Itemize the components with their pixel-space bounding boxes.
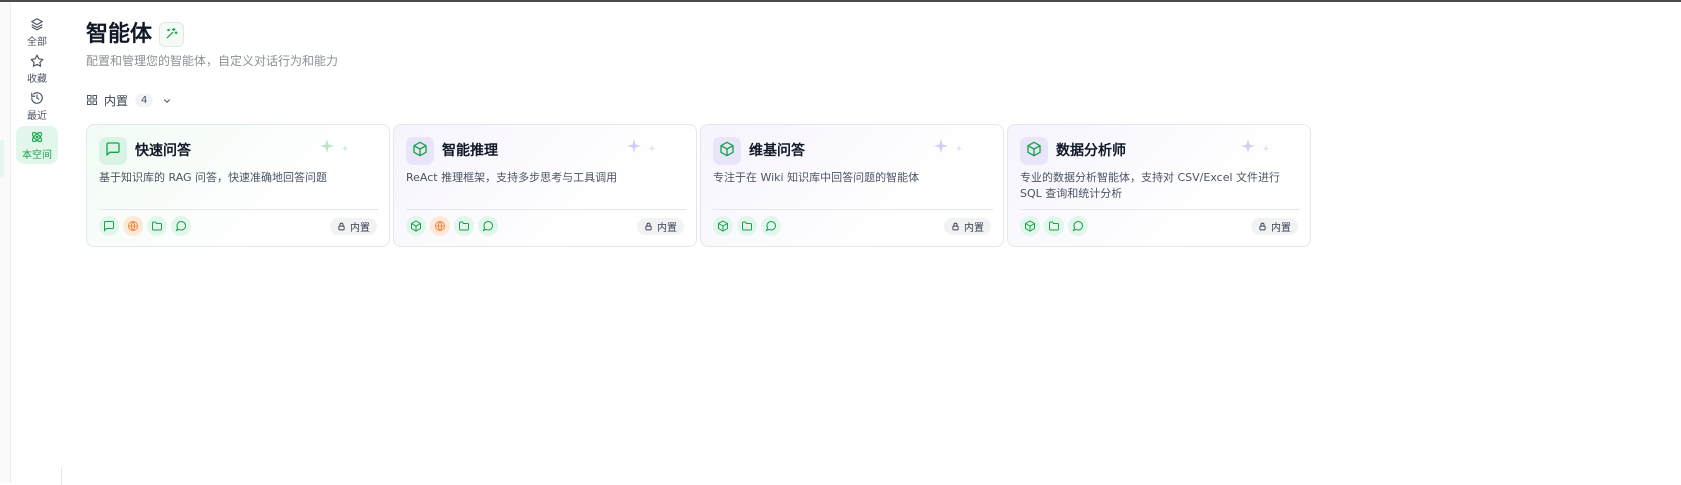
- card-tools: [406, 216, 502, 236]
- magic-create-button[interactable]: [159, 22, 184, 47]
- lock-icon: [1259, 222, 1266, 231]
- agent-card-smart-reasoning[interactable]: 智能推理 ReAct 推理框架，支持多步思考与工具调用 内置: [393, 124, 697, 247]
- badge-label: 内置: [1271, 223, 1291, 234]
- card-icon-container: [713, 137, 741, 165]
- lock-icon: [645, 222, 652, 231]
- badge-label: 内置: [350, 223, 370, 234]
- sidebar-item-this-space[interactable]: 本空间: [16, 126, 58, 164]
- cube-icon: [406, 216, 426, 236]
- badge-label: 内置: [657, 223, 677, 234]
- sidebar: 全部 收藏 最近 本空间: [11, 2, 62, 485]
- card-title: 数据分析师: [1056, 143, 1126, 159]
- card-description: 专业的数据分析智能体，支持对 CSV/Excel 文件进行 SQL 查询和统计分…: [1020, 171, 1281, 200]
- cube-icon: [1020, 216, 1040, 236]
- sidebar-divider: [61, 467, 62, 485]
- grid-icon: [86, 91, 98, 110]
- agent-card-data-analyst[interactable]: 数据分析师 专业的数据分析智能体，支持对 CSV/Excel 文件进行 SQL …: [1007, 124, 1311, 247]
- sidebar-item-recent[interactable]: 最近: [16, 88, 58, 124]
- atom-icon: [30, 129, 44, 148]
- sparkles-icon: [320, 139, 349, 153]
- sidebar-item-label: 收藏: [27, 74, 47, 85]
- window-left-edge: [0, 2, 11, 483]
- card-tools: [713, 216, 785, 236]
- card-description: 专注于在 Wiki 知识库中回答问题的智能体: [713, 171, 920, 184]
- chevron-down-icon: [162, 91, 172, 110]
- builtin-badge: 内置: [637, 218, 684, 235]
- active-edge-indicator: [0, 140, 4, 178]
- history-icon: [30, 90, 44, 109]
- card-description: 基于知识库的 RAG 问答，快速准确地回答问题: [99, 171, 328, 184]
- chat-bubble-icon: [1068, 216, 1088, 236]
- star-icon: [30, 53, 44, 72]
- cube-icon: [713, 216, 733, 236]
- globe-icon: [430, 216, 450, 236]
- magic-wand-icon: [165, 25, 179, 44]
- chat-bubble-icon: [171, 216, 191, 236]
- card-title: 智能推理: [442, 143, 498, 159]
- sidebar-item-favorites[interactable]: 收藏: [16, 51, 58, 87]
- window-top-border: [0, 0, 1681, 2]
- folder-icon: [454, 216, 474, 236]
- builtin-badge: 内置: [944, 218, 991, 235]
- sparkles-icon: [1241, 139, 1270, 153]
- card-divider: [406, 209, 686, 210]
- lock-icon: [338, 222, 345, 231]
- layers-icon: [30, 16, 44, 35]
- filter-label: 内置: [104, 93, 129, 108]
- sparkles-icon: [627, 139, 656, 153]
- chat-bubble-icon: [761, 216, 781, 236]
- card-divider: [1020, 209, 1300, 210]
- sidebar-item-all[interactable]: 全部: [16, 14, 58, 50]
- message-square-icon: [99, 216, 119, 236]
- sparkles-icon: [934, 139, 963, 153]
- page-title: 智能体: [86, 22, 153, 47]
- badge-label: 内置: [964, 223, 984, 234]
- message-square-icon: [105, 141, 121, 161]
- cube-icon: [719, 141, 735, 161]
- folder-icon: [737, 216, 757, 236]
- sidebar-item-label: 全部: [27, 37, 47, 48]
- folder-icon: [1044, 216, 1064, 236]
- category-filter[interactable]: 内置 4: [86, 90, 172, 110]
- folder-icon: [147, 216, 167, 236]
- filter-count-badge: 4: [135, 93, 154, 107]
- card-title: 维基问答: [749, 143, 805, 159]
- card-title: 快速问答: [135, 143, 191, 159]
- card-tools: [99, 216, 195, 236]
- builtin-badge: 内置: [330, 218, 377, 235]
- sidebar-item-label: 最近: [27, 111, 47, 122]
- card-divider: [713, 209, 993, 210]
- card-icon-container: [406, 137, 434, 165]
- card-icon-container: [1020, 137, 1048, 165]
- card-description: ReAct 推理框架，支持多步思考与工具调用: [406, 171, 618, 184]
- cube-icon: [1026, 141, 1042, 161]
- lock-icon: [952, 222, 959, 231]
- card-tools: [1020, 216, 1092, 236]
- builtin-badge: 内置: [1251, 218, 1298, 235]
- agent-card-wiki-qa[interactable]: 维基问答 专注于在 Wiki 知识库中回答问题的智能体 内置: [700, 124, 1004, 247]
- page-subtitle: 配置和管理您的智能体，自定义对话行为和能力: [86, 54, 339, 68]
- globe-icon: [123, 216, 143, 236]
- card-divider: [99, 209, 379, 210]
- sidebar-item-label: 本空间: [22, 150, 52, 161]
- chat-bubble-icon: [478, 216, 498, 236]
- cube-icon: [412, 141, 428, 161]
- agent-card-quick-qa[interactable]: 快速问答 基于知识库的 RAG 问答，快速准确地回答问题 内置: [86, 124, 390, 247]
- card-icon-container: [99, 137, 127, 165]
